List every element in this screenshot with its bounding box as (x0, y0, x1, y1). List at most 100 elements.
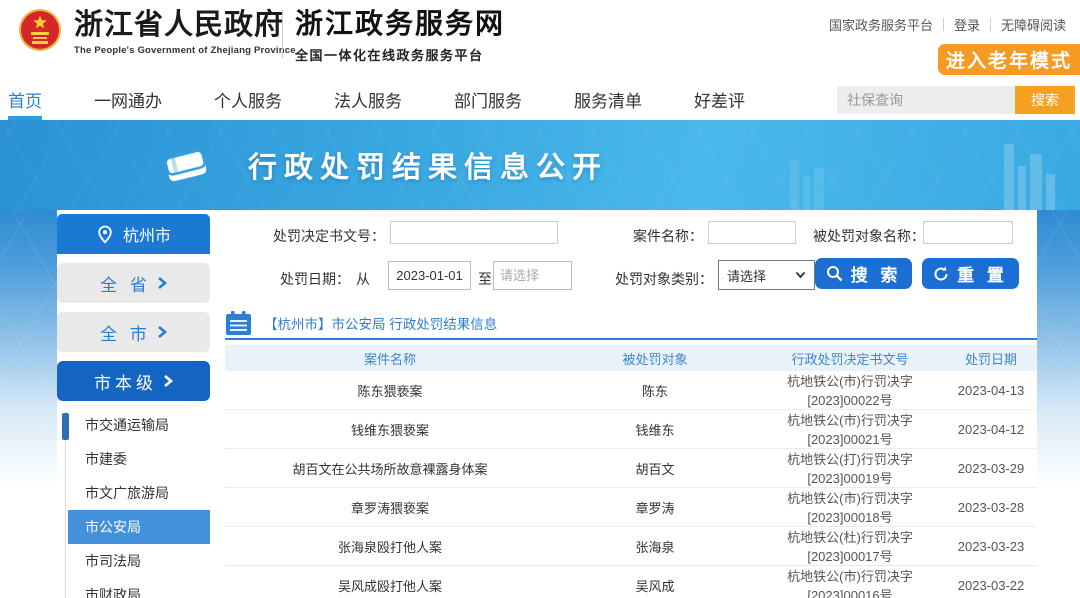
doc-no-label: 处罚决定书文号： (273, 228, 385, 244)
location-pin-icon (98, 225, 112, 243)
case-name-label: 案件名称： (633, 228, 703, 244)
table-cell: 吴风成 (555, 565, 755, 598)
table-row[interactable]: 张海泉殴打他人案 张海泉 杭地铁公(杜)行罚决字[2023]00017号 2023-0… (225, 526, 1037, 566)
table-cell: 2023-03-28 (945, 487, 1037, 527)
table-column-header: 处罚日期 (945, 345, 1037, 371)
nav-item[interactable]: 法人服务 (334, 80, 402, 120)
table-cell: 胡百文在公共场所故意裸露身体案 (225, 448, 555, 488)
table-cell: 杭地铁公(市)行罚决字[2023]00018号 (755, 487, 945, 527)
chevron-down-icon (795, 271, 806, 279)
top-link[interactable]: 登录 (954, 15, 980, 34)
table-cell: 章罗涛猥亵案 (225, 487, 555, 527)
table-cell: 章罗涛 (555, 487, 755, 527)
elderly-mode-button[interactable]: 进入老年模式 (938, 44, 1080, 75)
table-cell: 杭地铁公(市)行罚决字[2023]00016号 (755, 565, 945, 598)
city-wide-button[interactable]: 全 市 (57, 312, 210, 352)
portal-name: 浙江政务服务网 (295, 9, 506, 40)
portal-subtitle: 全国一体化在线政务服务平台 (295, 48, 484, 63)
list-icon (226, 310, 251, 335)
table-cell: 2023-04-12 (945, 409, 1037, 449)
category-label: 处罚对象类别： (615, 271, 713, 287)
top-links: 国家政务服务平台 登录 无障碍阅读 (829, 15, 1066, 34)
province-wide-button[interactable]: 全 省 (57, 263, 210, 303)
nav-item[interactable]: 首页 (8, 80, 42, 120)
top-links-divider (942, 18, 944, 31)
nav-item[interactable]: 一网通办 (94, 80, 162, 120)
table-cell: 陈东猥亵案 (225, 371, 555, 410)
nav-item[interactable]: 个人服务 (214, 80, 282, 120)
date-from-input[interactable] (388, 261, 471, 290)
table-cell: 杭地铁公(市)行罚决字[2023]00021号 (755, 409, 945, 449)
date-label: 处罚日期： (280, 271, 350, 287)
page-banner: 行政处罚结果信息公开 (0, 120, 1080, 210)
table-cell: 胡百文 (555, 448, 755, 488)
top-links-divider (989, 18, 991, 31)
sidebar-bureau-item[interactable]: 市公安局 (68, 510, 210, 544)
search-button[interactable]: 搜索 (1015, 86, 1075, 114)
content-background: 杭州市 全 省 全 市 市本级 市交通运输局 市建委 市文广旅游局 市公安局 市司法局市… (0, 210, 1080, 598)
case-name-input[interactable] (708, 221, 796, 244)
results-section-title: 【杭州市】市公安局 行政处罚结果信息 (264, 317, 498, 332)
sidebar-bureau-item[interactable]: 市文广旅游局 (68, 476, 210, 510)
sidebar-bureau-item[interactable]: 市司法局 (68, 544, 210, 578)
chevron-right-icon (164, 375, 173, 387)
search-submit-button[interactable]: 搜 索 (815, 258, 912, 289)
scrollbar-thumb[interactable] (62, 413, 69, 440)
gov-name-en: The People's Government of Zhejiang Prov… (74, 45, 296, 56)
magnifier-icon (826, 266, 842, 282)
table-cell: 张海泉 (555, 526, 755, 566)
table-cell: 钱维东猥亵案 (225, 409, 555, 449)
site-logo[interactable]: 浙江省人民政府 The People's Government of Zheji… (18, 8, 296, 56)
gov-name-cn: 浙江省人民政府 (74, 9, 285, 41)
main-area: 处罚决定书文号： 案件名称： 被处罚对象名称： 处罚日期： 从 至 处罚对象类别… (210, 210, 1037, 598)
results-section-header: 【杭州市】市公安局 行政处罚结果信息 (225, 308, 1037, 340)
sidebar-city-label: 杭州市 (122, 228, 171, 245)
date-to-label: 至 (478, 271, 492, 287)
nav-item[interactable]: 好差评 (694, 80, 745, 120)
table-row[interactable]: 胡百文在公共场所故意裸露身体案 胡百文 杭地铁公(打)行罚决字[2023]00019… (225, 448, 1037, 488)
nav-item[interactable]: 部门服务 (454, 80, 522, 120)
date-to-input[interactable] (493, 261, 572, 290)
table-cell: 杭地铁公(市)行罚决字[2023]00022号 (755, 371, 945, 410)
sidebar: 杭州市 全 省 全 市 市本级 市交通运输局 市建委 市文广旅游局 市公安局 市司法局市… (57, 210, 210, 598)
table-column-header: 案件名称 (225, 345, 555, 371)
search-input[interactable] (837, 86, 1015, 114)
table-cell: 2023-03-29 (945, 448, 1037, 488)
date-from-label: 从 (356, 271, 370, 287)
table-row[interactable]: 吴风成殴打他人案 吴风成 杭地铁公(市)行罚决字[2023]00016号 2023-0… (225, 565, 1037, 598)
table-cell: 杭地铁公(打)行罚决字[2023]00019号 (755, 448, 945, 488)
book-icon (164, 149, 207, 182)
table-cell: 陈东 (555, 371, 755, 410)
table-cell: 吴风成殴打他人案 (225, 565, 555, 598)
table-column-header: 被处罚对象 (555, 345, 755, 371)
reset-button[interactable]: 重 置 (922, 258, 1019, 289)
category-select[interactable]: 请选择 (718, 260, 815, 290)
chevron-right-icon (158, 277, 167, 289)
content-panel: 杭州市 全 省 全 市 市本级 市交通运输局 市建委 市文广旅游局 市公安局 市司法局市… (57, 210, 1037, 598)
nav-item[interactable]: 服务清单 (574, 80, 642, 120)
doc-no-input[interactable] (390, 221, 558, 244)
top-header: 浙江省人民政府 The People's Government of Zheji… (0, 0, 1080, 80)
header-divider (282, 10, 283, 58)
nav-search: 搜索 (837, 86, 1075, 114)
municipal-level-button[interactable]: 市本级 (57, 361, 210, 401)
object-name-label: 被处罚对象名称： (813, 228, 925, 244)
sidebar-bureau-item[interactable]: 市交通运输局 (68, 408, 210, 442)
table-header-row: 案件名称 被处罚对象 行政处罚决定书文号 处罚日期 (225, 345, 1037, 371)
portal-title-block: 浙江政务服务网 全国一体化在线政务服务平台 (295, 8, 505, 64)
top-link[interactable]: 无障碍阅读 (1001, 15, 1066, 34)
page-title: 行政处罚结果信息公开 (248, 152, 609, 184)
table-row[interactable]: 章罗涛猥亵案 章罗涛 杭地铁公(市)行罚决字[2023]00018号 2023-03-… (225, 487, 1037, 527)
table-row[interactable]: 钱维东猥亵案 钱维东 杭地铁公(市)行罚决字[2023]00021号 2023-04-… (225, 409, 1037, 449)
table-cell: 钱维东 (555, 409, 755, 449)
main-nav: 首页 一网通办 个人服务 法人服务 部门服务 服务清单 好差评 搜索 (0, 80, 1080, 120)
national-emblem-icon (19, 9, 61, 51)
table-row[interactable]: 陈东猥亵案 陈东 杭地铁公(市)行罚决字[2023]00022号 2023-04-13 (225, 371, 1037, 410)
results-table: 案件名称 被处罚对象 行政处罚决定书文号 处罚日期 陈东猥亵案 陈东 杭地铁公(市)行罚决… (225, 345, 1037, 598)
top-link[interactable]: 国家政务服务平台 (829, 15, 933, 34)
object-name-input[interactable] (923, 221, 1013, 244)
sidebar-bureau-item[interactable]: 市建委 (68, 442, 210, 476)
sidebar-city-header: 杭州市 (57, 214, 210, 254)
sidebar-bureau-item[interactable]: 市财政局 (68, 578, 210, 598)
table-cell: 张海泉殴打他人案 (225, 526, 555, 566)
